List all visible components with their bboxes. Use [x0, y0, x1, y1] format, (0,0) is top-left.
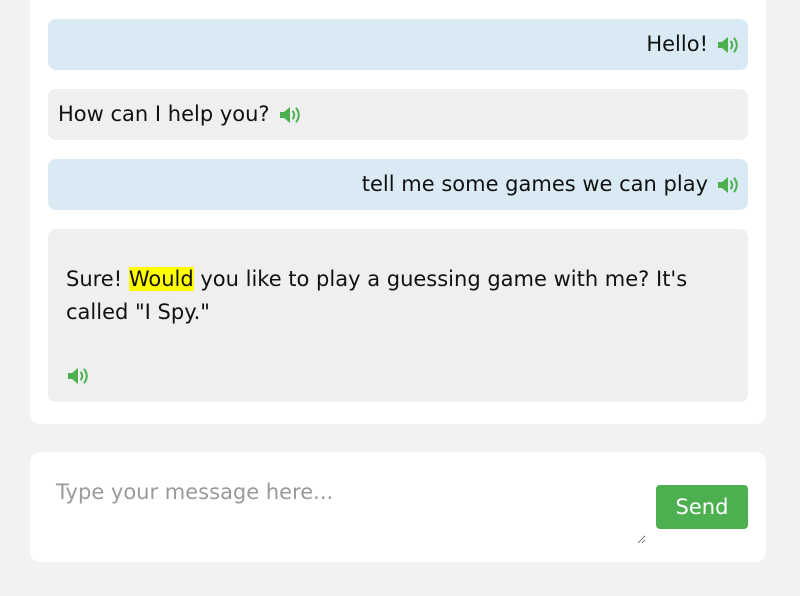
message-text-start: Sure!: [66, 267, 129, 291]
message-composer: Send: [30, 452, 766, 562]
user-message: tell me some games we can play: [48, 159, 748, 210]
bot-message: How can I help you?: [48, 89, 748, 140]
speaker-icon[interactable]: [716, 35, 740, 55]
speaker-icon[interactable]: [716, 175, 740, 195]
message-text: How can I help you?: [58, 102, 270, 126]
message-text: Hello!: [646, 32, 708, 56]
bot-message: Sure! Would you like to play a guessing …: [48, 229, 748, 402]
user-message: Hello!: [48, 19, 748, 70]
message-input[interactable]: [48, 470, 646, 544]
message-text: Sure! Would you like to play a guessing …: [66, 263, 730, 329]
chat-log: Hello! How can I help you? tell me some …: [30, 0, 766, 424]
message-text: tell me some games we can play: [361, 172, 708, 196]
highlighted-word: Would: [128, 267, 194, 291]
send-button[interactable]: Send: [656, 485, 748, 529]
speaker-icon[interactable]: [278, 105, 302, 125]
speaker-icon[interactable]: [66, 366, 90, 386]
